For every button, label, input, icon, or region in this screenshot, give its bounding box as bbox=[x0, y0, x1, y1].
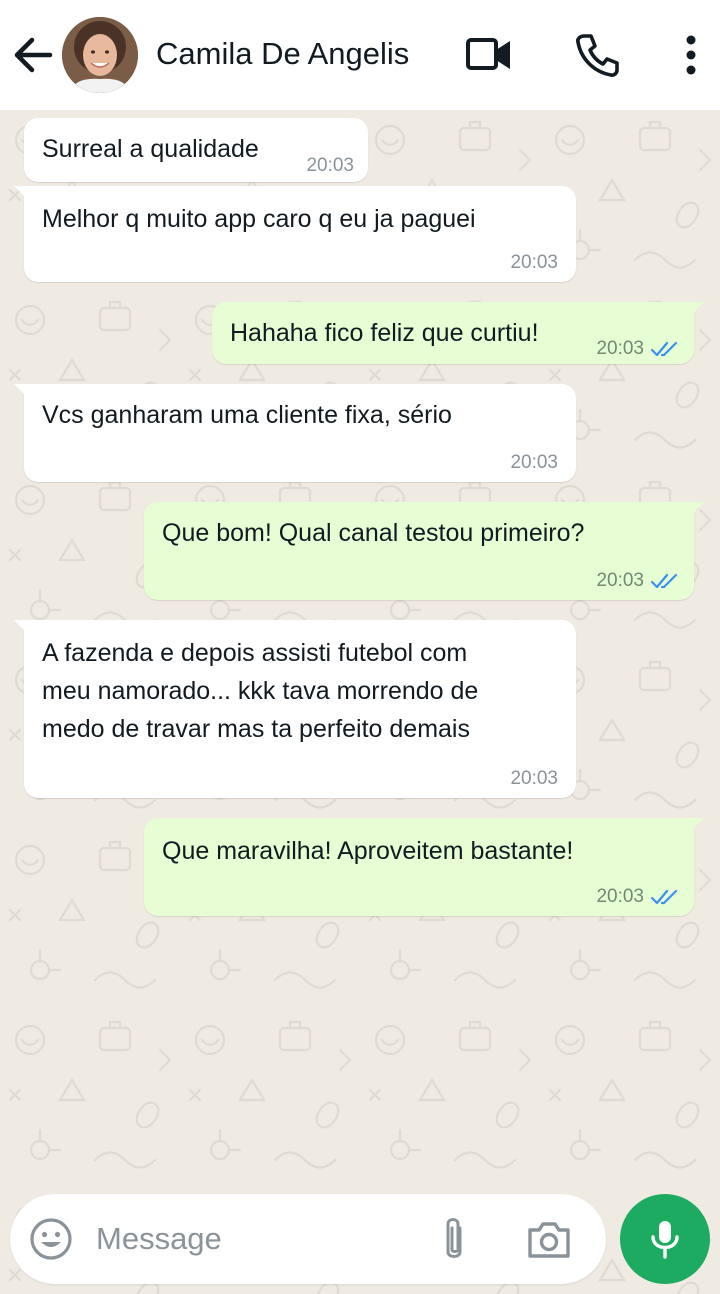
bubble-tail bbox=[690, 502, 704, 516]
camera-icon bbox=[528, 1222, 570, 1258]
message-meta: 20:03 bbox=[510, 252, 558, 274]
avatar[interactable] bbox=[62, 17, 138, 93]
double-check-icon bbox=[650, 573, 678, 589]
message-input[interactable] bbox=[92, 1216, 420, 1262]
video-camera-icon bbox=[466, 38, 510, 70]
message-bubble-incoming[interactable]: Melhor q muito app caro q eu ja paguei 2… bbox=[14, 186, 576, 282]
bubble-tail bbox=[690, 818, 704, 832]
message-text: Que maravilha! Aproveitem bastante! bbox=[162, 837, 574, 865]
paperclip-icon bbox=[446, 1218, 462, 1258]
bubble-tail bbox=[14, 384, 28, 398]
bubble-tail bbox=[690, 302, 704, 316]
more-options-button[interactable] bbox=[668, 30, 714, 80]
message-bubble-incoming[interactable]: Vcs ganharam uma cliente fixa, sério 20:… bbox=[14, 384, 576, 482]
message-time: 20:03 bbox=[596, 338, 644, 359]
message-text: Que bom! Qual canal testou primeiro? bbox=[162, 519, 585, 547]
message-text: Melhor q muito app caro q eu ja paguei bbox=[42, 205, 476, 233]
message-meta: 20:03 bbox=[596, 570, 680, 592]
message-meta: 20:03 bbox=[596, 886, 680, 908]
message-composer bbox=[10, 1194, 606, 1284]
message-bubble-outgoing[interactable]: Hahaha fico feliz que curtiu! 20:03 bbox=[212, 302, 704, 364]
contact-name[interactable]: Camila De Angelis bbox=[156, 36, 409, 72]
smiley-icon bbox=[30, 1218, 72, 1260]
message-time: 20:03 bbox=[596, 570, 644, 591]
avatar-image bbox=[62, 17, 138, 93]
message-meta: 20:03 bbox=[510, 452, 558, 474]
message-meta: 20:03 bbox=[306, 155, 354, 177]
emoji-button[interactable] bbox=[28, 1216, 74, 1262]
back-button[interactable] bbox=[10, 32, 56, 78]
message-text: Surreal a qualidade bbox=[42, 135, 259, 163]
voice-call-button[interactable] bbox=[572, 30, 622, 80]
video-call-button[interactable] bbox=[464, 30, 514, 80]
message-meta: 20:03 bbox=[596, 338, 680, 360]
bubble-tail bbox=[14, 620, 28, 634]
more-vertical-icon bbox=[686, 35, 696, 75]
double-check-icon bbox=[650, 341, 678, 357]
camera-button[interactable] bbox=[524, 1216, 574, 1262]
message-time: 20:03 bbox=[596, 886, 644, 907]
message-bubble-incoming[interactable]: A fazenda e depois assisti futebol com m… bbox=[14, 620, 576, 798]
message-meta: 20:03 bbox=[510, 768, 558, 790]
chat-area[interactable]: Surreal a qualidade 20:03 Melhor q muito… bbox=[0, 110, 720, 1294]
bubble-tail bbox=[14, 186, 28, 200]
arrow-left-icon bbox=[14, 37, 53, 73]
microphone-icon bbox=[651, 1221, 679, 1259]
phone-icon bbox=[576, 34, 619, 77]
message-time: 20:03 bbox=[510, 252, 558, 273]
chat-header: Camila De Angelis bbox=[0, 0, 720, 110]
voice-message-button[interactable] bbox=[620, 1194, 710, 1284]
message-text: Vcs ganharam uma cliente fixa, sério bbox=[42, 401, 452, 429]
attach-button[interactable] bbox=[434, 1214, 474, 1264]
message-time: 20:03 bbox=[510, 452, 558, 473]
message-time: 20:03 bbox=[510, 768, 558, 789]
message-time: 20:03 bbox=[306, 155, 354, 176]
message-text: A fazenda e depois assisti futebol com m… bbox=[42, 639, 479, 743]
message-bubble-incoming[interactable]: Surreal a qualidade 20:03 bbox=[24, 118, 368, 182]
double-check-icon bbox=[650, 889, 678, 905]
message-bubble-outgoing[interactable]: Que bom! Qual canal testou primeiro? 20:… bbox=[144, 502, 704, 600]
message-bubble-outgoing[interactable]: Que maravilha! Aproveitem bastante! 20:0… bbox=[144, 818, 704, 916]
